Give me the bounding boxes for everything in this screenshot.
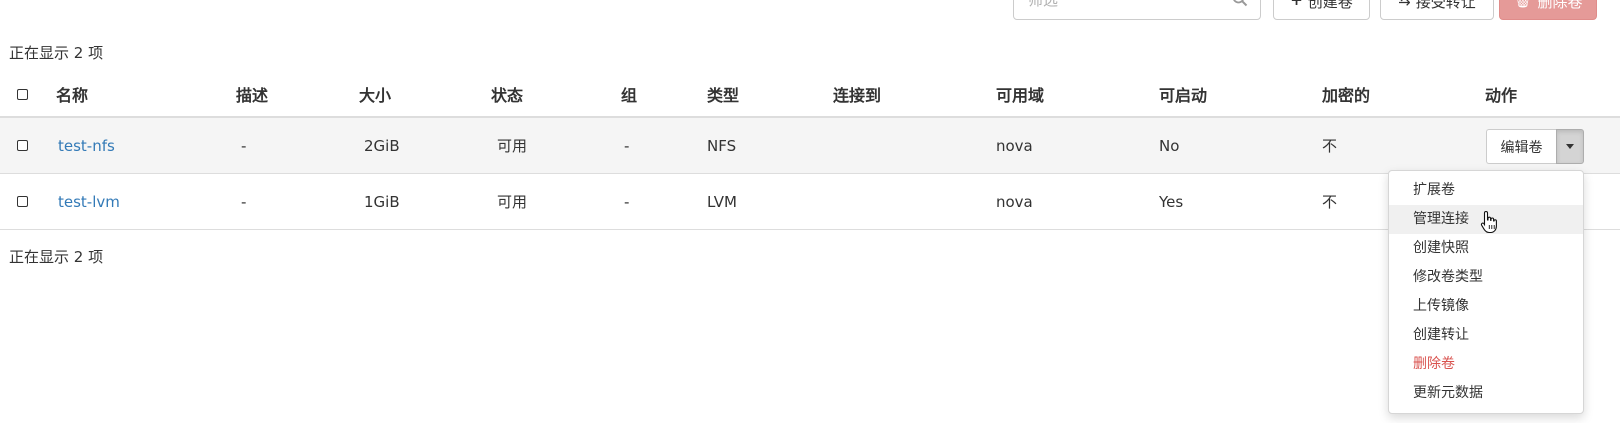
menu-item-create-transfer[interactable]: 创建转让 [1389, 321, 1583, 350]
create-volume-label: 创建卷 [1307, 0, 1353, 11]
create-volume-button[interactable]: + 创建卷 [1273, 0, 1370, 20]
transfer-icon: ⇆ [1398, 0, 1411, 9]
type-cell: LVM [707, 192, 737, 211]
volume-name-link[interactable]: test-lvm [58, 193, 120, 211]
availability-zone-cell: nova [996, 192, 1033, 211]
menu-item-update-metadata[interactable]: 更新元数据 [1389, 379, 1583, 408]
column-header-size[interactable]: 大小 [359, 72, 391, 116]
row-checkbox[interactable] [17, 196, 28, 207]
chevron-down-icon [1566, 144, 1574, 149]
select-all-checkbox-cell [17, 72, 28, 116]
plus-icon: + [1290, 0, 1303, 9]
group-cell: - [624, 192, 630, 211]
column-header-attached-to[interactable]: 连接到 [833, 72, 881, 116]
column-header-status[interactable]: 状态 [491, 72, 523, 116]
table-row: test-lvm - 1GiB 可用 - LVM nova Yes 不 [0, 174, 1620, 230]
name-cell: test-lvm [58, 174, 120, 229]
menu-item-upload-to-image[interactable]: 上传镜像 [1389, 292, 1583, 321]
edit-volume-button[interactable]: 编辑卷 [1486, 129, 1556, 164]
item-count-bottom: 正在显示 2 项 [9, 248, 104, 266]
item-count-top: 正在显示 2 项 [9, 44, 104, 62]
status-cell: 可用 [497, 193, 528, 211]
row-checkbox[interactable] [17, 140, 28, 151]
availability-zone-cell: nova [996, 136, 1033, 155]
menu-item-extend-volume[interactable]: 扩展卷 [1389, 176, 1583, 205]
accept-transfer-label: 接受转让 [1415, 0, 1476, 11]
volumes-page: + 创建卷 ⇆ 接受转让 🗑 删除卷 正在显示 2 项 名称 描述 大小 状态 … [0, 0, 1620, 423]
column-header-group[interactable]: 组 [621, 72, 637, 116]
filter-field[interactable] [1013, 0, 1261, 20]
type-cell: NFS [707, 136, 737, 155]
column-header-actions: 动作 [1485, 86, 1518, 105]
delete-volumes-label: 删除卷 [1537, 0, 1583, 11]
column-header-bootable[interactable]: 可启动 [1159, 72, 1207, 116]
column-header-description[interactable]: 描述 [236, 72, 268, 116]
filter-input[interactable] [1028, 0, 1208, 9]
bootable-cell: No [1159, 136, 1180, 155]
table-row: test-nfs - 2GiB 可用 - NFS nova No 不 编辑卷 [0, 118, 1620, 174]
size-cell: 2GiB [364, 136, 400, 155]
menu-item-change-volume-type[interactable]: 修改卷类型 [1389, 263, 1583, 292]
description-cell: - [241, 192, 247, 211]
trash-icon: 🗑 [1513, 0, 1533, 9]
actions-dropdown-toggle[interactable] [1556, 129, 1584, 164]
hand-cursor-icon [1480, 210, 1497, 234]
column-header-availability-zone[interactable]: 可用域 [996, 72, 1044, 116]
bootable-cell: Yes [1159, 192, 1184, 211]
group-cell: - [624, 136, 630, 155]
column-header-name[interactable]: 名称 [56, 72, 88, 116]
row-actions-menu: 扩展卷 管理连接 创建快照 修改卷类型 上传镜像 创建转让 删除卷 更新元数据 [1388, 170, 1584, 414]
volumes-table: 名称 描述 大小 状态 组 类型 连接到 可用域 可启动 加密的 动作 test… [0, 72, 1620, 230]
row-checkbox-cell [17, 174, 28, 229]
size-cell: 1GiB [364, 192, 400, 211]
delete-volumes-button[interactable]: 🗑 删除卷 [1499, 0, 1597, 20]
row-actions-split-button: 编辑卷 [1486, 129, 1584, 164]
volume-name-link[interactable]: test-nfs [58, 137, 115, 155]
column-header-encrypted[interactable]: 加密的 [1322, 72, 1370, 116]
encrypted-cell: 不 [1322, 193, 1338, 211]
status-cell: 可用 [497, 137, 528, 155]
table-header-row: 名称 描述 大小 状态 组 类型 连接到 可用域 可启动 加密的 动作 [0, 72, 1620, 118]
select-all-checkbox[interactable] [17, 88, 28, 100]
column-header-type[interactable]: 类型 [707, 72, 739, 116]
table-toolbar: + 创建卷 ⇆ 接受转让 🗑 删除卷 [0, 0, 1620, 20]
encrypted-cell: 不 [1322, 137, 1338, 155]
name-cell: test-nfs [58, 118, 115, 173]
row-checkbox-cell [17, 118, 28, 173]
menu-item-create-snapshot[interactable]: 创建快照 [1389, 234, 1583, 263]
accept-transfer-button[interactable]: ⇆ 接受转让 [1380, 0, 1494, 20]
description-cell: - [241, 136, 247, 155]
search-icon[interactable] [1232, 0, 1248, 7]
menu-item-delete-volume[interactable]: 删除卷 [1389, 350, 1583, 379]
